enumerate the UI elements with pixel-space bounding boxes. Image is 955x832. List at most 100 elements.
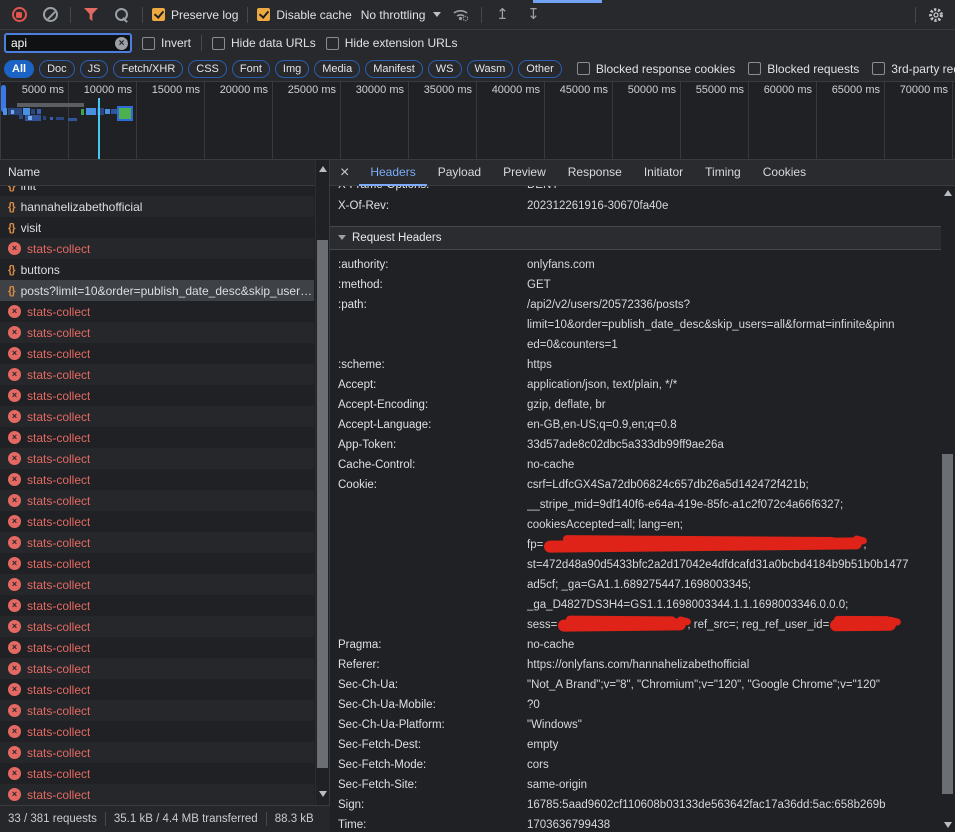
type-filter-css[interactable]: CSS [188,60,227,78]
request-row[interactable]: {}hannahelizabethofficial [0,196,314,217]
scroll-up-icon[interactable] [319,166,327,172]
search-button[interactable] [111,4,133,26]
scrollbar-thumb[interactable] [942,454,953,794]
tab-cookies[interactable]: Cookies [752,160,817,186]
disable-cache-checkbox[interactable] [257,8,270,21]
clear-filter-icon[interactable]: × [115,37,128,50]
request-row[interactable]: ×stats-collect [0,301,314,322]
type-filter-font[interactable]: Font [232,60,270,78]
scroll-down-icon[interactable] [944,822,952,828]
request-row[interactable]: ×stats-collect [0,385,314,406]
preserve-log-checkbox[interactable] [152,8,165,21]
filter-label[interactable]: Blocked response cookies [596,62,735,76]
request-row[interactable]: ×stats-collect [0,616,314,637]
hide-extension-urls-checkbox[interactable] [326,37,339,50]
preserve-log-label[interactable]: Preserve log [171,8,238,22]
details-scrollbar[interactable] [941,186,955,832]
hide-extension-urls-label[interactable]: Hide extension URLs [345,36,458,50]
network-overview[interactable]: 5000 ms10000 ms15000 ms20000 ms25000 ms3… [0,82,955,160]
invert-label[interactable]: Invert [161,36,191,50]
request-row[interactable]: {}buttons [0,259,314,280]
tab-timing[interactable]: Timing [694,160,752,186]
request-row[interactable]: ×stats-collect [0,490,314,511]
request-list-scrollbar[interactable] [315,160,329,805]
hide-extension-urls-toggle[interactable]: Hide extension URLs [326,36,458,50]
request-row[interactable]: ×stats-collect [0,595,314,616]
invert-checkbox[interactable] [142,37,155,50]
request-row[interactable]: {}visit [0,217,314,238]
checkbox-icon[interactable] [872,62,885,75]
request-row[interactable]: ×stats-collect [0,532,314,553]
request-row[interactable]: {}posts?limit=10&order=publish_date_desc… [0,280,314,301]
type-filter-ws[interactable]: WS [428,60,462,78]
type-filter-js[interactable]: JS [80,60,109,78]
import-har-button[interactable]: ↥ [491,4,513,26]
request-row[interactable]: ×stats-collect [0,448,314,469]
request-row[interactable]: ×stats-collect [0,469,314,490]
close-details-button[interactable]: × [330,160,359,186]
type-filter-wasm[interactable]: Wasm [467,60,514,78]
network-conditions-button[interactable] [450,4,472,26]
type-filter-all[interactable]: All [4,60,34,78]
filter-toggle-button[interactable] [80,4,102,26]
type-filter-fetch-xhr[interactable]: Fetch/XHR [113,60,183,78]
checkbox-icon[interactable] [577,62,590,75]
request-row[interactable]: ×stats-collect [0,679,314,700]
tab-response[interactable]: Response [557,160,633,186]
scroll-up-icon[interactable] [944,190,952,196]
filter-3rd-party-requests[interactable]: 3rd-party requests [872,62,955,76]
disable-cache-label[interactable]: Disable cache [276,8,351,22]
request-row[interactable]: ×stats-collect [0,658,314,679]
request-row[interactable]: ×stats-collect [0,574,314,595]
type-filter-img[interactable]: Img [275,60,309,78]
settings-button[interactable] [925,4,947,26]
checkbox-icon[interactable] [748,62,761,75]
filter-blocked-response-cookies[interactable]: Blocked response cookies [577,62,735,76]
timeline-tick-label: 20000 ms [205,82,272,96]
filter-label[interactable]: Blocked requests [767,62,859,76]
name-column-header[interactable]: Name [0,160,329,186]
request-headers-section-header[interactable]: Request Headers [330,226,941,250]
type-filter-manifest[interactable]: Manifest [365,60,423,78]
hide-data-urls-toggle[interactable]: Hide data URLs [212,36,316,50]
request-row[interactable]: ×stats-collect [0,238,314,259]
request-row[interactable]: ×stats-collect [0,364,314,385]
hide-data-urls-checkbox[interactable] [212,37,225,50]
tab-headers[interactable]: Headers [359,160,426,186]
request-row[interactable]: ×stats-collect [0,427,314,448]
export-har-button[interactable]: ↧ [522,4,544,26]
filter-label[interactable]: 3rd-party requests [891,62,955,76]
request-row[interactable]: ×stats-collect [0,406,314,427]
request-row[interactable]: ×stats-collect [0,637,314,658]
request-row[interactable]: {}init [0,186,314,196]
type-filter-other[interactable]: Other [518,60,562,78]
request-row[interactable]: ×stats-collect [0,784,314,805]
request-row[interactable]: ×stats-collect [0,511,314,532]
filter-blocked-requests[interactable]: Blocked requests [748,62,859,76]
request-row[interactable]: ×stats-collect [0,763,314,784]
clear-log-button[interactable] [39,4,61,26]
type-filter-doc[interactable]: Doc [39,60,75,78]
request-row[interactable]: ×stats-collect [0,322,314,343]
value-text: __stripe_mid=9df140f6-e64a-419e-85fc-a1c… [527,499,843,511]
filter-input[interactable] [4,33,132,53]
hide-data-urls-label[interactable]: Hide data URLs [231,36,316,50]
value-text: https [527,359,552,371]
tab-payload[interactable]: Payload [427,160,492,186]
throttling-select[interactable]: No throttling [361,8,442,22]
request-row[interactable]: ×stats-collect [0,343,314,364]
preserve-log-toggle[interactable]: Preserve log [152,8,238,22]
invert-toggle[interactable]: Invert [142,36,191,50]
scroll-down-icon[interactable] [319,791,327,797]
value-text: st=472d48a90d5433bfc2a2d17042e4dfdcafd31… [527,559,908,571]
scrollbar-thumb[interactable] [317,240,328,768]
tab-initiator[interactable]: Initiator [633,160,694,186]
request-row[interactable]: ×stats-collect [0,553,314,574]
tab-preview[interactable]: Preview [492,160,557,186]
request-row[interactable]: ×stats-collect [0,700,314,721]
request-row[interactable]: ×stats-collect [0,742,314,763]
request-row[interactable]: ×stats-collect [0,721,314,742]
record-button[interactable] [8,4,30,26]
disable-cache-toggle[interactable]: Disable cache [257,8,351,22]
type-filter-media[interactable]: Media [314,60,360,78]
